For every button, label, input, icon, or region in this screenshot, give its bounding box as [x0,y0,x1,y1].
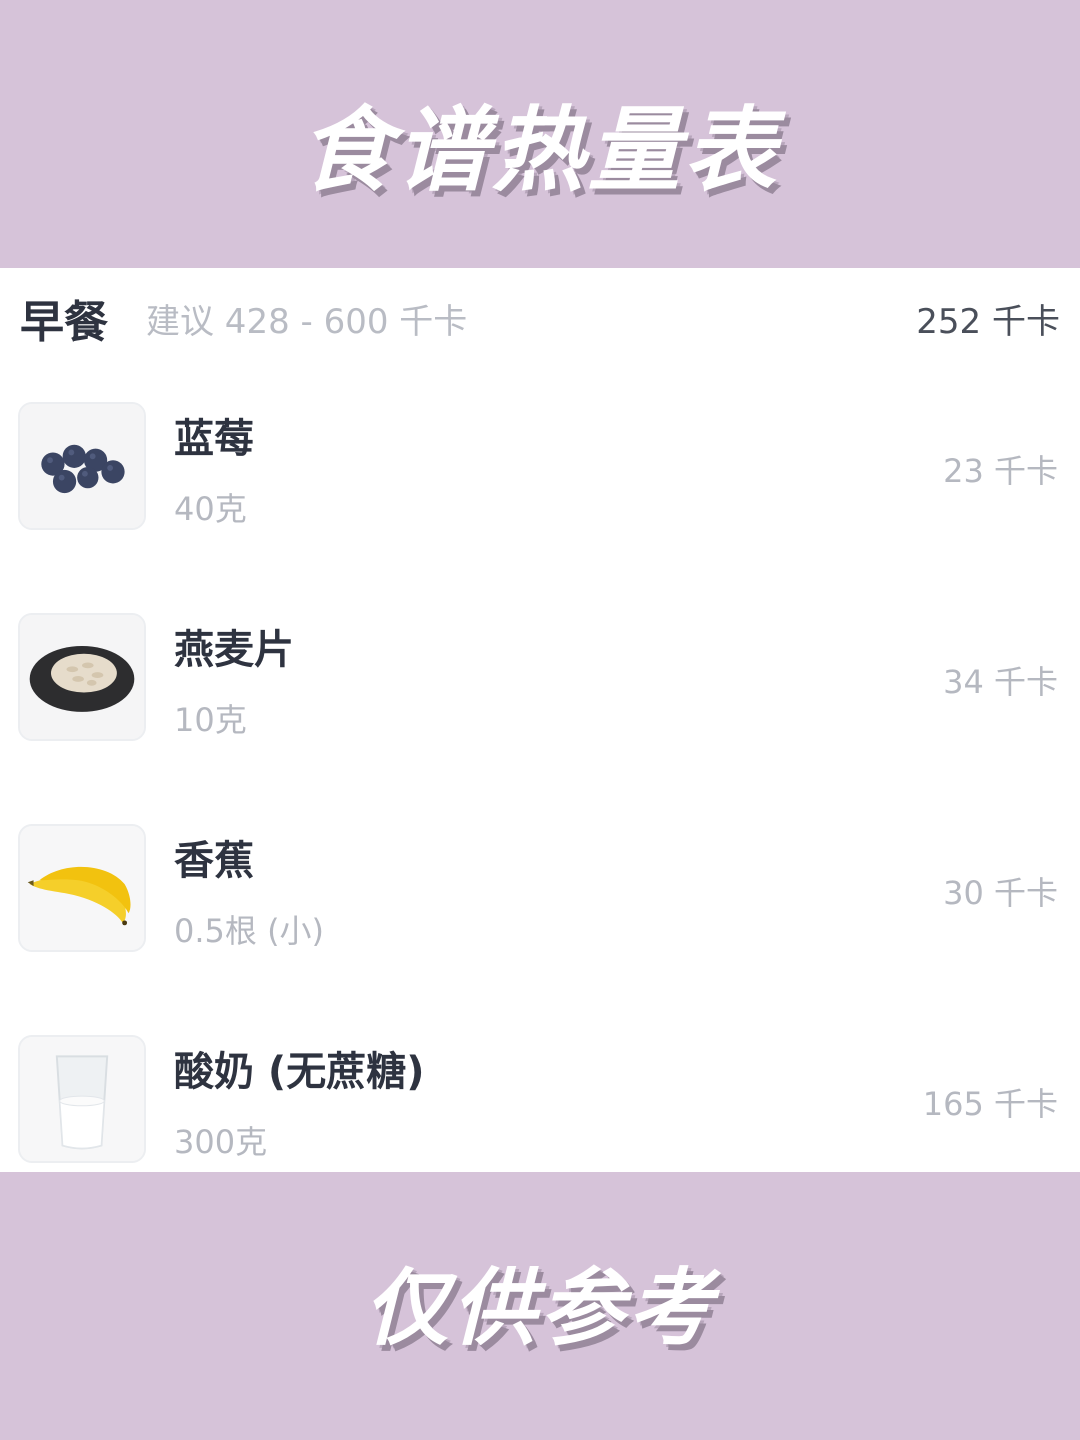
food-amount: 10克 [174,701,247,739]
food-name: 酸奶 (无蔗糖) [174,1049,425,1095]
food-kcal: 30 千卡 [943,874,1058,912]
food-name: 蓝莓 [174,416,254,462]
food-item-blueberry[interactable]: 蓝莓 40克 23 千卡 [0,402,1080,542]
food-amount: 0.5根 (小) [174,912,325,950]
banner-title: 食谱热量表 [299,96,780,204]
food-amount: 40克 [174,490,247,528]
food-name: 香蕉 [174,838,254,884]
yogurt-icon [18,1035,146,1163]
food-item-banana[interactable]: 香蕉 0.5根 (小) 30 千卡 [0,824,1080,964]
banana-icon [18,824,146,952]
banner-footer-text: 仅供参考 [363,1258,716,1357]
meal-total-kcal: 252 千卡 [916,302,1060,342]
food-amount: 300克 [174,1123,268,1161]
food-kcal: 34 千卡 [943,663,1058,701]
meal-panel: 早餐 建议 428 - 600 千卡 252 千卡 蓝莓 40克 23 千卡 燕… [0,268,1080,1172]
food-item-yogurt[interactable]: 酸奶 (无蔗糖) 300克 165 千卡 [0,1035,1080,1172]
food-kcal: 165 千卡 [922,1085,1058,1123]
blueberries-icon [18,402,146,530]
food-kcal: 23 千卡 [943,452,1058,490]
top-banner: 食谱热量表 [0,0,1080,268]
food-name: 燕麦片 [174,627,294,673]
meal-title: 早餐 [20,297,108,348]
food-item-oats[interactable]: 燕麦片 10克 34 千卡 [0,613,1080,753]
meal-header: 早餐 建议 428 - 600 千卡 252 千卡 [0,268,1080,364]
bottom-banner: 仅供参考 [0,1172,1080,1440]
meal-suggestion: 建议 428 - 600 千卡 [146,302,468,342]
oats-icon [18,613,146,741]
